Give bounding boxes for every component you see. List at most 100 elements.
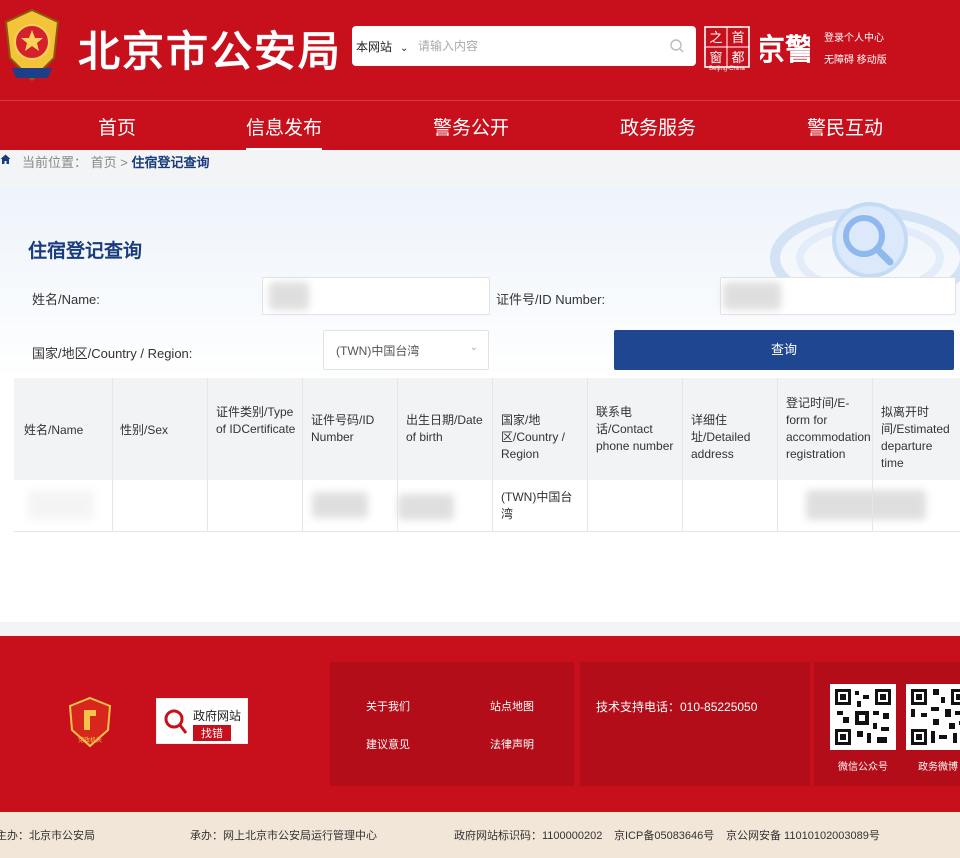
- table-header-cell: 证件号码/ID Number: [311, 413, 375, 444]
- footer-link-about[interactable]: 关于我们: [366, 698, 410, 714]
- table-cell-country: (TWN)中国台湾: [501, 490, 573, 521]
- column-divider: [397, 378, 398, 480]
- column-divider: [587, 378, 588, 480]
- id-number-input[interactable]: [720, 277, 956, 315]
- table-header-cell: 登记时间/E-form for accommodation registrati…: [786, 396, 871, 461]
- accessible-link[interactable]: 无障碍: [824, 55, 854, 66]
- jing-logo-text: 京警: [760, 33, 810, 68]
- redacted-value: [28, 490, 94, 520]
- site-title: 北京市公安局: [78, 27, 343, 76]
- column-divider: [682, 378, 683, 480]
- weibo-qr-code[interactable]: [906, 684, 960, 750]
- column-divider: [777, 378, 778, 480]
- breadcrumb-home[interactable]: 首页: [91, 155, 117, 170]
- column-divider: [302, 378, 303, 480]
- search-scope-label: 本网站: [356, 40, 393, 54]
- filing-operator: 承办：网上北京市公安局运行管理中心: [190, 830, 377, 842]
- table-header-cell: 证件类别/Type of IDCertificate: [216, 405, 296, 436]
- chevron-down-icon: ⌄: [469, 342, 478, 353]
- column-divider: [492, 378, 493, 480]
- redacted-value: [398, 494, 454, 520]
- site-header: 北京市公安局 本网站 ⌄ 之 首 窗 都 Beijing-China 京警 登录个…: [0, 0, 960, 100]
- capital-char: 之: [709, 30, 722, 45]
- table-header-cell: 国家/地区/Country / Region: [501, 413, 566, 461]
- column-divider: [302, 480, 303, 532]
- name-input[interactable]: [262, 277, 490, 315]
- redacted-value: [806, 490, 926, 520]
- capital-char: 首: [731, 30, 744, 45]
- table-row: (TWN)中国台湾: [14, 480, 960, 532]
- name-label: 姓名/Name:: [32, 292, 100, 307]
- footer-link-legal[interactable]: 法律声明: [490, 736, 534, 752]
- column-divider: [207, 378, 208, 480]
- column-divider: [112, 378, 113, 480]
- capital-char: 窗: [709, 50, 722, 65]
- column-divider: [682, 480, 683, 532]
- weibo-qr-caption: 政务微博: [918, 762, 958, 773]
- column-divider: [492, 480, 493, 532]
- filing-public-security[interactable]: 京公网安备 11010102003089号: [726, 827, 880, 843]
- wechat-qr-caption: 微信公众号: [838, 762, 888, 773]
- column-divider: [112, 480, 113, 532]
- filing-site-id: 政府网站标识码：1100000202: [454, 830, 603, 842]
- capital-char: 都: [731, 50, 744, 65]
- redacted-value: [269, 282, 309, 310]
- search-icon[interactable]: [668, 37, 686, 55]
- filing-bar: 主办：北京市公安局 承办：网上北京市公安局运行管理中心 政府网站标识码：1100…: [0, 812, 960, 858]
- query-card: 住宿登记查询 姓名/Name: 证件号/ID Number: 国家/地区/Cou…: [0, 188, 960, 622]
- footer-link-feedback[interactable]: 建议意见: [366, 736, 410, 752]
- column-divider: [872, 480, 873, 532]
- column-divider: [872, 378, 873, 480]
- breadcrumb-prefix: 当前位置：: [22, 155, 88, 170]
- mobile-link[interactable]: 移动版: [857, 55, 887, 66]
- nav-info-release[interactable]: 信息发布: [246, 113, 323, 150]
- table-header-cell: 姓名/Name: [24, 423, 84, 437]
- breadcrumb-current: 住宿登记查询: [131, 155, 210, 170]
- gov-site-find-error-button[interactable]: 政府网站 找错: [156, 698, 248, 744]
- filing-sponsor: 主办：北京市公安局: [0, 830, 95, 842]
- column-divider: [587, 480, 588, 532]
- party-government-badge-icon[interactable]: 党政机关: [68, 696, 112, 748]
- wechat-qr-code[interactable]: [830, 684, 896, 750]
- country-select[interactable]: (TWN)中国台湾 ⌄: [323, 330, 489, 370]
- table-header-cell: 拟离开时间/Estimated departure time: [881, 405, 950, 470]
- query-button[interactable]: 查询: [614, 330, 954, 370]
- site-footer: 党政机关 政府网站 找错 关于我们 站点地图 建议意见 法律声明 技术支持电话：…: [0, 636, 960, 812]
- column-divider: [397, 480, 398, 532]
- table-header-cell: 出生日期/Date of birth: [406, 413, 483, 444]
- country-select-value: (TWN)中国台湾: [336, 344, 420, 358]
- support-phone: 技术支持电话：010-85225050: [596, 700, 758, 714]
- page-title: 住宿登记查询: [28, 241, 143, 262]
- footer-support-panel: [580, 662, 810, 786]
- table-header-row: 姓名/Name 性别/Sex 证件类别/Type of IDCertificat…: [14, 378, 960, 480]
- search-input[interactable]: [418, 32, 658, 60]
- id-number-label: 证件号/ID Number:: [496, 292, 606, 307]
- nav-police-affairs[interactable]: 警务公开: [433, 113, 509, 140]
- redacted-value: [312, 492, 368, 518]
- top-links: 登录个人中心 无障碍 移动版: [824, 32, 887, 76]
- magnifier-icon: [164, 709, 188, 734]
- chevron-down-icon: ⌄: [400, 43, 409, 54]
- column-divider: [207, 480, 208, 532]
- beijing-police-logo[interactable]: 京警: [760, 26, 810, 72]
- home-icon: [0, 154, 11, 164]
- nav-home[interactable]: 首页: [98, 113, 136, 140]
- nav-interaction[interactable]: 警民互动: [807, 113, 883, 140]
- gov-find-line2: 找错: [193, 725, 231, 741]
- gov-find-line1: 政府网站: [193, 709, 242, 723]
- country-label: 国家/地区/Country / Region:: [32, 346, 193, 361]
- nav-gov-services[interactable]: 政务服务: [620, 113, 696, 140]
- search-scope-select[interactable]: 本网站 ⌄: [356, 38, 408, 55]
- column-divider: [777, 480, 778, 532]
- table-header-cell: 联系电话/Contact phone number: [596, 405, 674, 453]
- capital-caption: Beijing-China: [709, 66, 745, 72]
- login-link[interactable]: 登录个人中心: [824, 33, 884, 44]
- filing-icp[interactable]: 京ICP备05083646号: [614, 827, 714, 843]
- footer-link-sitemap[interactable]: 站点地图: [490, 698, 534, 714]
- party-badge-caption: 党政机关: [78, 736, 102, 744]
- breadcrumb-separator: >: [120, 155, 128, 170]
- police-emblem-icon: [4, 8, 60, 82]
- table-header-cell: 详细住址/Detailed address: [691, 413, 751, 461]
- footer-links-panel: 关于我们 站点地图 建议意见 法律声明: [330, 662, 574, 786]
- table-header-cell: 性别/Sex: [120, 423, 169, 437]
